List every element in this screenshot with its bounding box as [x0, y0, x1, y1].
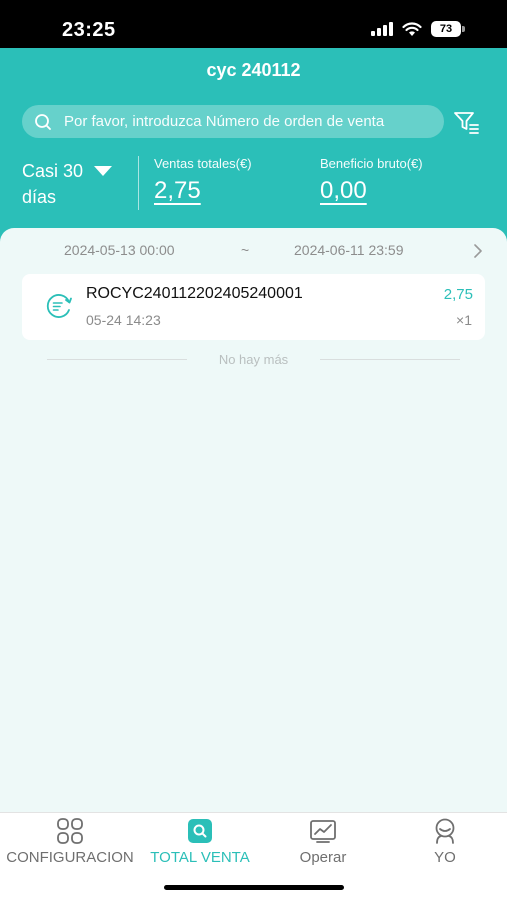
date-range[interactable]: 2024-05-13 00:00 ~ 2024-06-11 23:59 [0, 240, 507, 262]
order-quantity: ×1 [456, 312, 472, 328]
search-bar[interactable] [22, 105, 444, 138]
order-number: ROCYC240112202405240001 [86, 285, 303, 302]
gross-profit-label: Beneficio bruto(€) [320, 156, 423, 171]
date-start[interactable]: 2024-05-13 00:00 [64, 242, 175, 258]
tab-total-venta[interactable]: TOTAL VENTA [142, 817, 258, 866]
tab-yo-label: YO [434, 849, 456, 866]
chart-icon [310, 820, 336, 843]
gross-profit-value[interactable]: 0,00 [320, 177, 423, 205]
date-separator: ~ [241, 242, 250, 258]
total-sales-stat[interactable]: Ventas totales(€) 2,75 [154, 156, 252, 205]
status-time: 23:25 [62, 19, 116, 41]
search-icon [35, 113, 51, 130]
battery-icon: 73 [431, 21, 465, 37]
grid-icon [57, 818, 83, 844]
order-time: 05-24 14:23 [86, 312, 161, 328]
tab-configuracion[interactable]: CONFIGURACION [0, 817, 140, 866]
orders-panel: 2024-05-13 00:00 ~ 2024-06-11 23:59 ROCY… [0, 228, 507, 813]
status-bar: 23:25 73 [0, 0, 507, 48]
order-amount: 2,75 [443, 286, 473, 303]
period-label-unit: días [22, 187, 57, 207]
total-sales-value[interactable]: 2,75 [154, 177, 252, 205]
total-sales-label: Ventas totales(€) [154, 156, 252, 171]
wifi-icon [402, 21, 422, 36]
cellular-signal-icon [371, 22, 393, 36]
search-input[interactable] [64, 113, 404, 130]
date-end[interactable]: 2024-06-11 23:59 [294, 242, 404, 258]
caret-down-icon [94, 166, 113, 176]
tab-configuracion-label: CONFIGURACION [6, 849, 134, 866]
period-label: Casi 30 [22, 161, 84, 181]
chevron-right-icon[interactable] [470, 242, 486, 260]
list-end-line-right [320, 359, 460, 360]
user-icon [435, 818, 455, 844]
list-end-indicator: No hay más [0, 350, 507, 370]
order-receipt-icon [46, 294, 72, 318]
tab-operar-label: Operar [299, 849, 347, 866]
stats-divider [138, 156, 139, 210]
tab-operar[interactable]: Operar [278, 817, 368, 866]
tab-yo[interactable]: YO [400, 817, 490, 866]
filter-icon[interactable] [452, 108, 480, 136]
home-indicator [164, 885, 344, 890]
page-title: cyc 240112 [206, 60, 301, 80]
period-selector[interactable]: Casi 30 días [22, 158, 113, 210]
header: cyc 240112 Casi 30 días Ventas totales(€… [0, 48, 507, 240]
search-square-icon [188, 819, 212, 843]
status-icons: 73 [371, 21, 465, 37]
tab-total-venta-label: TOTAL VENTA [150, 849, 250, 866]
gross-profit-stat[interactable]: Beneficio bruto(€) 0,00 [320, 156, 423, 205]
battery-level: 73 [431, 21, 461, 37]
order-card[interactable]: ROCYC240112202405240001 05-24 14:23 2,75… [22, 274, 485, 340]
